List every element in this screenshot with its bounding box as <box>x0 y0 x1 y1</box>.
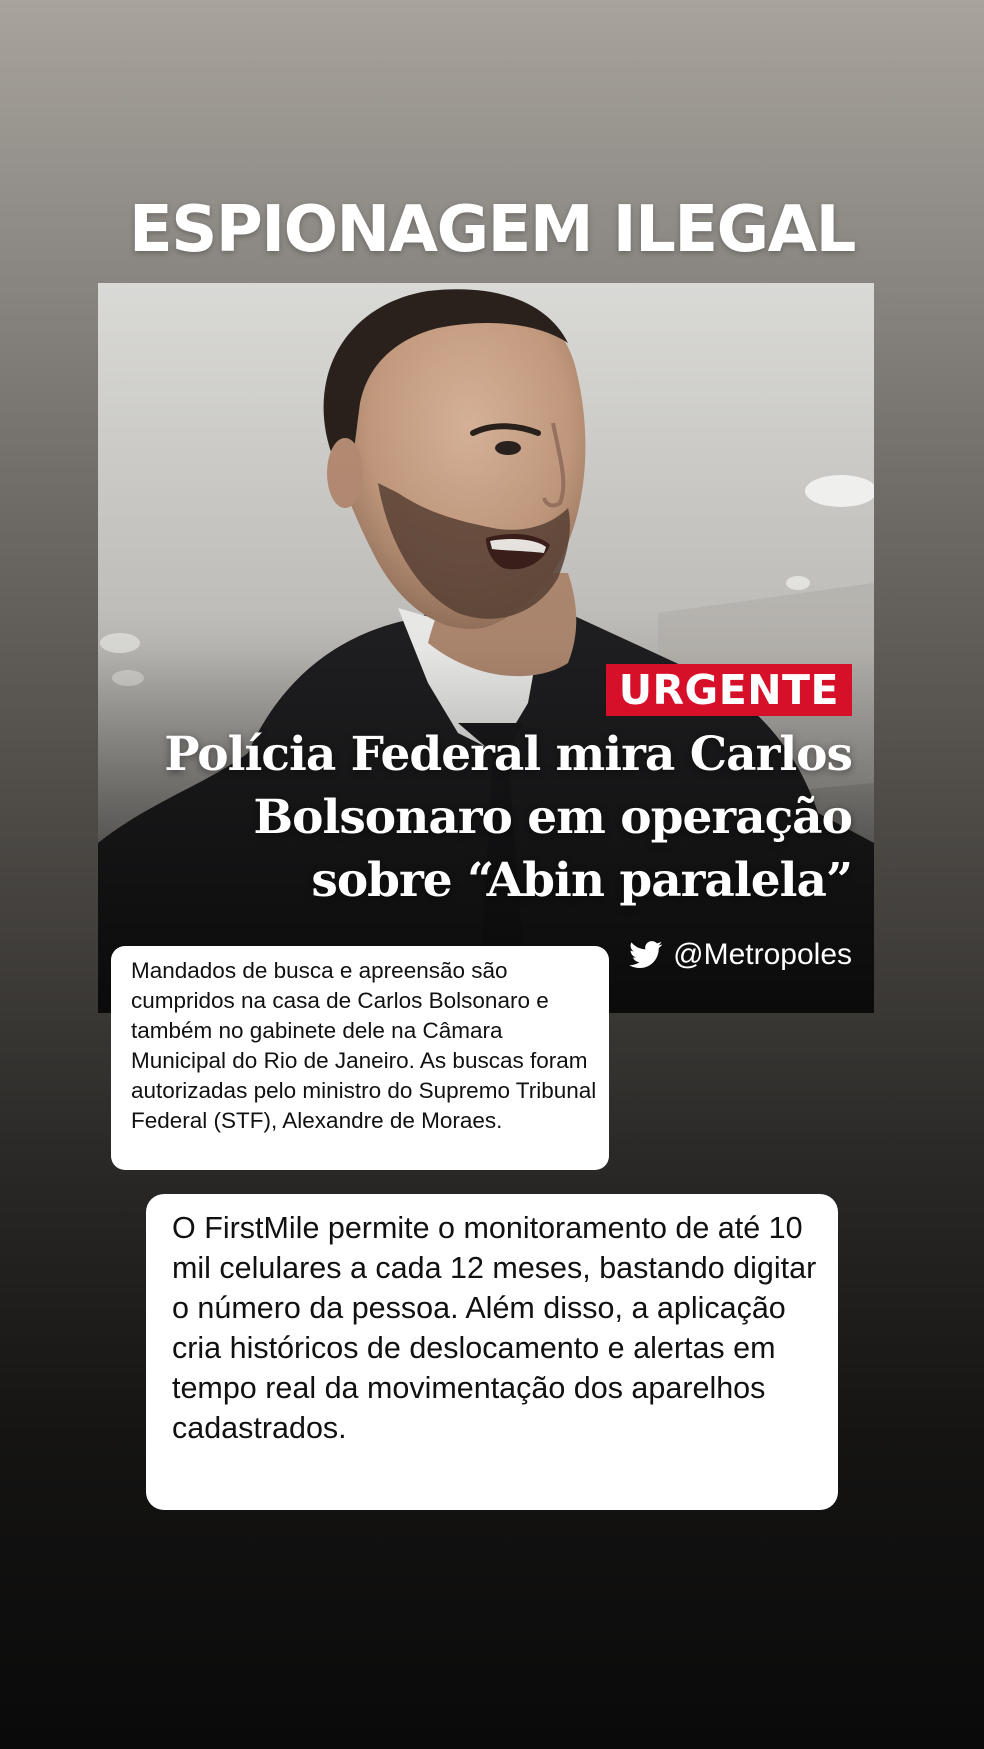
caption-note-small: Mandados de busca e apreensão são cumpri… <box>111 946 609 1170</box>
handle-text: @Metropoles <box>673 938 852 971</box>
news-card: URGENTE Polícia Federal mira Carlos Bols… <box>98 283 874 1013</box>
caption-note-large: O FirstMile permite o monitoramento de a… <box>146 1194 838 1510</box>
twitter-bird-icon <box>629 941 663 969</box>
story-headline: ESPIONAGEM ILEGAL <box>129 193 856 267</box>
urgent-badge: URGENTE <box>605 664 852 716</box>
news-title: Polícia Federal mira Carlos Bolsonaro em… <box>164 727 853 908</box>
source-handle: @Metropoles <box>629 937 852 973</box>
